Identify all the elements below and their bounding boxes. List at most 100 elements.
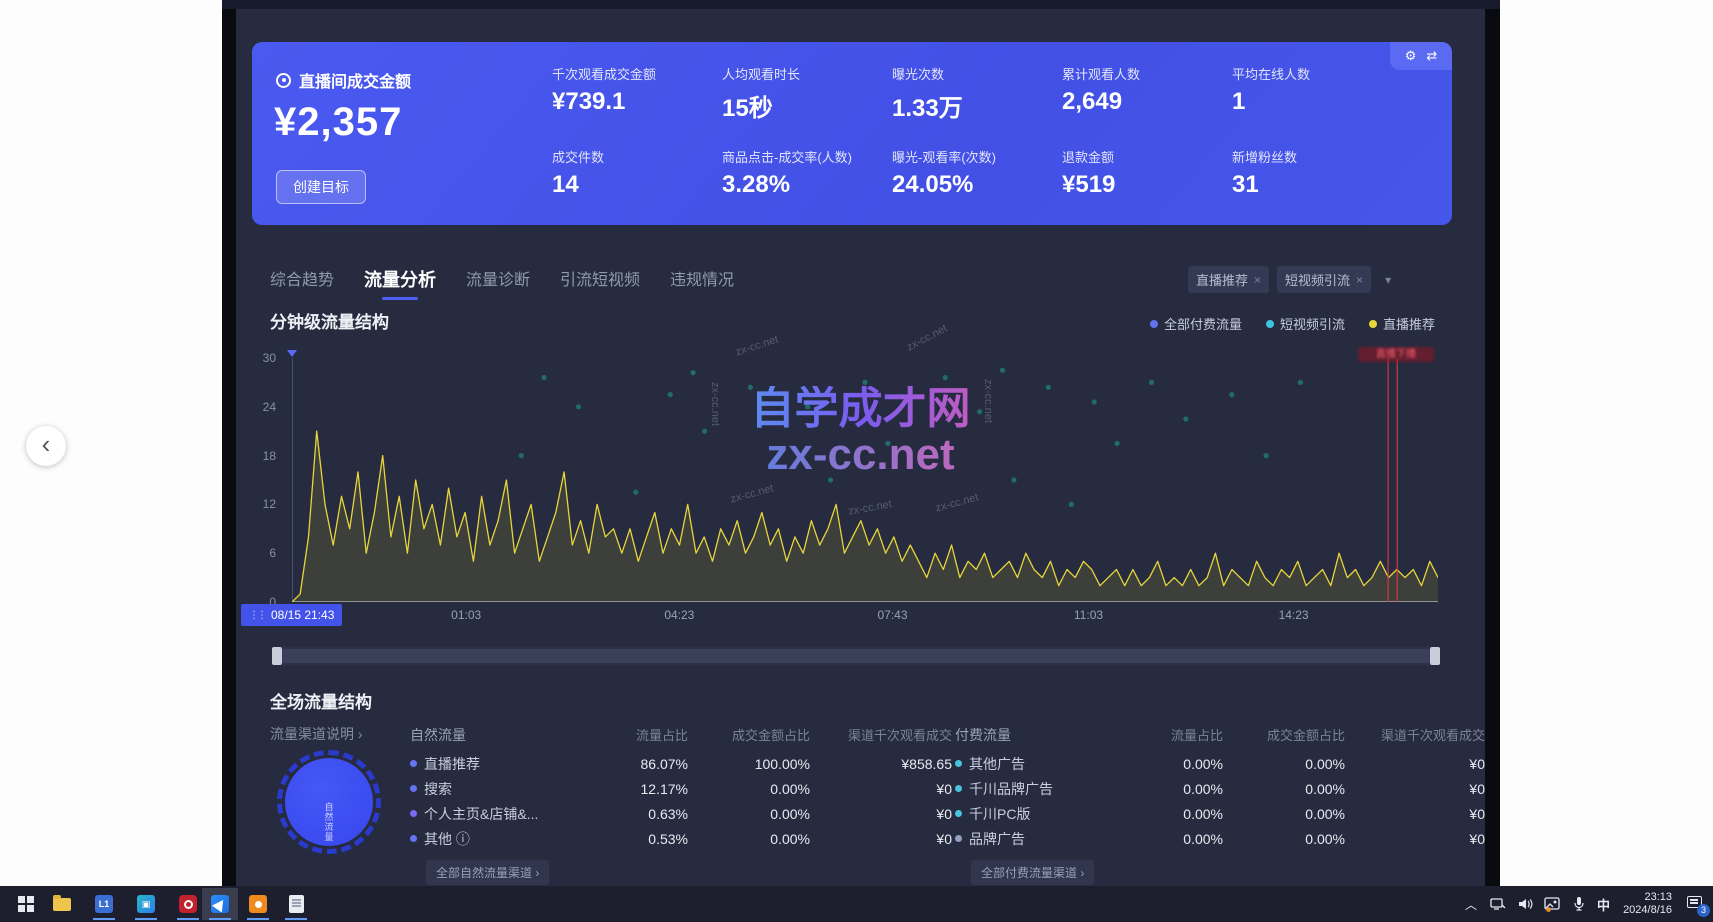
row-value: 0.00% — [1223, 756, 1345, 772]
row-value: 12.17% — [588, 781, 688, 797]
start-button[interactable] — [8, 888, 44, 920]
donut-core: 自然流量 — [285, 758, 373, 846]
chart-title: 分钟级流量结构 — [270, 308, 389, 333]
row-bullet — [955, 835, 962, 842]
row-value: ¥0 — [1345, 806, 1485, 822]
row-name-label: 千川品牌广告 — [969, 779, 1053, 799]
column-header: 成交金额占比 — [688, 725, 810, 744]
slider-bar[interactable] — [282, 649, 1430, 663]
snip-image-icon[interactable] — [1543, 893, 1561, 915]
row-name: 其他 ⓘ — [410, 829, 588, 849]
legend-dot — [1369, 320, 1377, 328]
row-name-label: 个人主页&店铺&... — [424, 804, 538, 824]
column-header: 流量占比 — [1125, 725, 1223, 744]
teal-app-icon: ▣ — [137, 895, 155, 913]
ime-indicator[interactable]: 中 — [1597, 895, 1610, 914]
row-value: 0.00% — [1125, 806, 1223, 822]
metric-cell: 累计观看人数 2,649 — [1062, 64, 1232, 123]
metric-cell: 人均观看时长 15秒 — [722, 64, 892, 123]
legend-item-全部付费流量[interactable]: 全部付费流量 — [1150, 314, 1242, 333]
filter-chip[interactable]: 直播推荐 × — [1188, 266, 1269, 293]
tab-流量诊断[interactable]: 流量诊断 — [466, 266, 530, 300]
swap-icon[interactable]: ⇄ — [1426, 48, 1437, 64]
gear-icon[interactable]: ⚙ — [1405, 48, 1417, 64]
app-notepad[interactable] — [278, 888, 314, 920]
notification-center-icon[interactable]: 3 — [1685, 893, 1707, 915]
legend-dot — [1150, 320, 1158, 328]
create-goal-button[interactable]: 创建目标 — [276, 170, 366, 204]
network-icon[interactable] — [1489, 893, 1507, 915]
table-row: 直播推荐86.07%100.00%¥858.65 — [410, 751, 952, 776]
app-red-circle[interactable] — [170, 888, 206, 920]
chip-label: 直播推荐 — [1196, 270, 1248, 289]
volume-icon[interactable] — [1516, 893, 1534, 915]
column-header: 成交金额占比 — [1223, 725, 1345, 744]
target-icon — [276, 73, 291, 88]
tray-clock[interactable]: 23:13 2024/8/16 — [1619, 891, 1676, 917]
metric-value: 1 — [1232, 88, 1402, 116]
chip-remove-icon[interactable]: × — [1254, 273, 1261, 287]
channel-explain-link[interactable]: 流量渠道说明 › — [270, 724, 363, 744]
metric-label: 成交件数 — [552, 147, 722, 166]
row-name: 直播推荐 — [410, 754, 588, 774]
app-pointer-active[interactable] — [202, 888, 238, 920]
metric-label: 商品点击-成交率(人数) — [722, 147, 892, 166]
table-row: 搜索12.17%0.00%¥0 — [410, 776, 952, 801]
app-l1[interactable]: L1 — [86, 888, 122, 920]
metrics-banner: ⚙ ⇄ 直播间成交金额 ¥2,357 创建目标 千次观看成交金额 ¥739.1人… — [252, 42, 1452, 225]
stream-end-marker-label: 直播下播 — [1358, 347, 1434, 362]
legend-item-短视频引流[interactable]: 短视频引流 — [1266, 314, 1345, 333]
slider-handle-right[interactable] — [1430, 647, 1440, 665]
orange-app-icon — [249, 895, 267, 913]
chips-dropdown-icon[interactable]: ▾ — [1379, 273, 1397, 287]
filter-chip[interactable]: 短视频引流 × — [1277, 266, 1371, 293]
table-footer-link[interactable]: 全部自然流量渠道 › — [426, 860, 549, 885]
row-name-label: 其他广告 — [969, 754, 1025, 774]
window-top-strip — [222, 0, 1500, 9]
metric-cell: 退款金额 ¥519 — [1062, 147, 1232, 199]
app-teal[interactable]: ▣ — [128, 888, 164, 920]
x-tick: 01:03 — [451, 608, 481, 622]
metric-label: 平均在线人数 — [1232, 64, 1402, 83]
tab-综合趋势[interactable]: 综合趋势 — [270, 266, 334, 300]
legend-item-直播推荐[interactable]: 直播推荐 — [1369, 314, 1435, 333]
row-bullet — [955, 760, 962, 767]
back-button[interactable]: ‹ — [26, 426, 66, 466]
row-value: ¥0 — [810, 831, 952, 847]
chip-remove-icon[interactable]: × — [1356, 273, 1363, 287]
tab-引流短视频[interactable]: 引流短视频 — [560, 266, 640, 300]
time-range-slider[interactable] — [272, 647, 1440, 665]
metric-cell: 千次观看成交金额 ¥739.1 — [552, 64, 722, 123]
slider-handle-left[interactable] — [272, 647, 282, 665]
row-bullet — [410, 785, 417, 792]
row-bullet — [410, 760, 417, 767]
x-axis-selected-label[interactable]: ⋮⋮ 08/15 21:43 — [241, 604, 342, 626]
metric-label: 人均观看时长 — [722, 64, 892, 83]
metric-label: 累计观看人数 — [1062, 64, 1232, 83]
row-value: 0.00% — [1125, 781, 1223, 797]
y-axis-arrow-icon — [287, 350, 297, 357]
tray-expand-icon[interactable]: ︿ — [1462, 893, 1480, 915]
metric-label: 新增粉丝数 — [1232, 147, 1402, 166]
row-value: 0.00% — [1223, 831, 1345, 847]
gmv-amount: ¥2,357 — [274, 100, 402, 145]
pointer-app-icon — [211, 895, 229, 913]
row-bullet — [410, 835, 417, 842]
row-value: 86.07% — [588, 756, 688, 772]
app-file-explorer[interactable] — [44, 888, 80, 920]
table-row: 其他 ⓘ0.53%0.00%¥0 — [410, 826, 952, 851]
row-name: 千川PC版 — [955, 804, 1125, 824]
chip-label: 短视频引流 — [1285, 270, 1350, 289]
metric-value: ¥739.1 — [552, 88, 722, 116]
tab-违规情况[interactable]: 违规情况 — [670, 266, 734, 300]
app-orange[interactable] — [240, 888, 276, 920]
row-name: 其他广告 — [955, 754, 1125, 774]
y-axis-labels: 0612182430 — [248, 358, 286, 602]
row-value: 0.63% — [588, 806, 688, 822]
windows-logo-icon — [18, 896, 34, 912]
microphone-icon[interactable] — [1570, 893, 1588, 915]
metric-cell: 平均在线人数 1 — [1232, 64, 1402, 123]
tab-流量分析[interactable]: 流量分析 — [364, 266, 436, 300]
row-value: 0.00% — [688, 831, 810, 847]
table-footer-link[interactable]: 全部付费流量渠道 › — [971, 860, 1094, 885]
